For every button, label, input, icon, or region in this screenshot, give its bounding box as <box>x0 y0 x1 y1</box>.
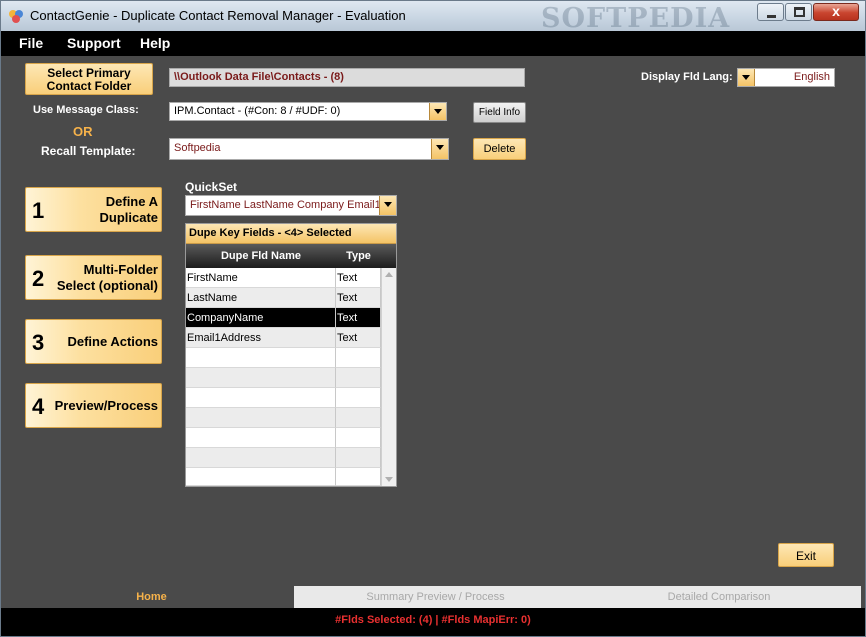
menu-help[interactable]: Help <box>140 35 170 51</box>
field-info-button[interactable]: Field Info <box>473 102 526 123</box>
cell-field-type: Text <box>336 308 381 328</box>
step-number: 3 <box>32 330 45 355</box>
table-row-empty[interactable] <box>186 388 381 408</box>
column-header-type[interactable]: Type <box>336 244 381 268</box>
step-label: Define A Duplicate <box>99 193 158 225</box>
table-row-empty[interactable] <box>186 428 381 448</box>
step-number: 4 <box>32 394 45 419</box>
table-row-empty[interactable] <box>186 348 381 368</box>
folder-path-field: \\Outlook Data File\Contacts - (8) <box>169 68 525 87</box>
menu-support[interactable]: Support <box>67 35 121 51</box>
or-label: OR <box>73 124 93 139</box>
menu-file[interactable]: File <box>19 35 43 51</box>
chevron-down-icon[interactable] <box>379 196 396 215</box>
cell-field-name: CompanyName <box>186 308 336 328</box>
cell-field-name: LastName <box>186 288 336 308</box>
table-row[interactable]: FirstName Text <box>186 268 381 288</box>
main-content: Select Primary Contact Folder \\Outlook … <box>1 56 865 586</box>
step-3-button[interactable]: 3 Define Actions <box>25 319 162 364</box>
chevron-down-icon[interactable] <box>429 103 446 120</box>
step-2-button[interactable]: 2 Multi-Folder Select (optional) <box>25 255 162 300</box>
column-header-name[interactable]: Dupe Fld Name <box>186 244 336 268</box>
step-number: 2 <box>32 266 45 291</box>
cell-field-type: Text <box>336 288 381 308</box>
close-icon: x <box>832 3 840 19</box>
maximize-button[interactable] <box>785 3 812 21</box>
app-window: ContactGenie - Duplicate Contact Removal… <box>0 0 866 637</box>
grid-scrollbar[interactable] <box>381 268 396 486</box>
close-button[interactable]: x <box>813 3 859 21</box>
table-row[interactable]: Email1Address Text <box>186 328 381 348</box>
dupe-key-fields-grid[interactable]: Dupe Key Fields - <4> Selected Dupe Fld … <box>185 223 397 487</box>
tab-detailed-comparison[interactable]: Detailed Comparison <box>577 586 861 608</box>
tab-home[interactable]: Home <box>9 586 294 608</box>
message-class-dropdown[interactable]: IPM.Contact - (#Con: 8 / #UDF: 0) <box>169 102 447 121</box>
title-bar[interactable]: ContactGenie - Duplicate Contact Removal… <box>1 1 865 34</box>
cell-field-type: Text <box>336 268 381 288</box>
chevron-down-icon[interactable] <box>738 69 755 86</box>
step-number: 1 <box>32 198 45 223</box>
quickset-value: FirstName LastName Company Email1 <box>190 199 381 211</box>
exit-button[interactable]: Exit <box>778 543 834 567</box>
cell-field-type: Text <box>336 328 381 348</box>
status-bar: #Flds Selected: (4) | #Flds MapiErr: 0) <box>1 608 865 636</box>
window-title: ContactGenie - Duplicate Contact Removal… <box>30 8 406 23</box>
table-row-empty[interactable] <box>186 408 381 428</box>
cell-field-name: Email1Address <box>186 328 336 348</box>
step-label: Multi-Folder Select (optional) <box>56 261 158 293</box>
table-row-empty[interactable] <box>186 448 381 468</box>
quickset-label: QuickSet <box>185 180 238 194</box>
maximize-icon <box>794 7 805 17</box>
table-row-empty[interactable] <box>186 368 381 388</box>
quickset-dropdown[interactable]: FirstName LastName Company Email1 <box>185 195 397 216</box>
app-icon <box>9 10 23 23</box>
recall-template-label: Recall Template: <box>41 144 136 158</box>
table-row-empty[interactable] <box>186 468 381 486</box>
display-lang-dropdown[interactable]: English <box>737 68 835 87</box>
scroll-up-icon[interactable] <box>385 272 393 277</box>
table-row[interactable]: LastName Text <box>186 288 381 308</box>
tab-bar: Home Summary Preview / Process Detailed … <box>1 586 865 608</box>
chevron-down-icon[interactable] <box>431 139 448 159</box>
grid-title: Dupe Key Fields - <4> Selected <box>186 224 396 244</box>
status-text: #Flds Selected: (4) | #Flds MapiErr: 0) <box>335 614 531 626</box>
table-row-selected[interactable]: CompanyName Text <box>186 308 381 328</box>
recall-template-value: Softpedia <box>174 142 221 154</box>
watermark: SOFTPEDIA <box>541 3 731 34</box>
minimize-icon <box>767 15 776 18</box>
delete-button[interactable]: Delete <box>473 138 526 160</box>
message-class-value: IPM.Contact - (#Con: 8 / #UDF: 0) <box>174 105 341 117</box>
step-4-button[interactable]: 4 Preview/Process <box>25 383 162 428</box>
step-label: Define Actions <box>67 333 158 349</box>
menu-bar: File Support Help <box>1 31 865 56</box>
step-label: Preview/Process <box>54 397 158 413</box>
display-lang-value: English <box>793 71 830 83</box>
scroll-down-icon[interactable] <box>385 477 393 482</box>
step-1-button[interactable]: 1 Define A Duplicate <box>25 187 162 232</box>
display-lang-label: Display Fld Lang: <box>641 71 733 83</box>
message-class-label: Use Message Class: <box>33 104 139 116</box>
cell-field-name: FirstName <box>186 268 336 288</box>
column-header-filler <box>381 244 396 268</box>
select-primary-folder-button[interactable]: Select Primary Contact Folder <box>25 63 153 95</box>
tab-summary-preview[interactable]: Summary Preview / Process <box>294 586 577 608</box>
minimize-button[interactable] <box>757 3 784 21</box>
recall-template-dropdown[interactable]: Softpedia <box>169 138 449 160</box>
select-primary-label-2: Contact Folder <box>46 79 132 93</box>
